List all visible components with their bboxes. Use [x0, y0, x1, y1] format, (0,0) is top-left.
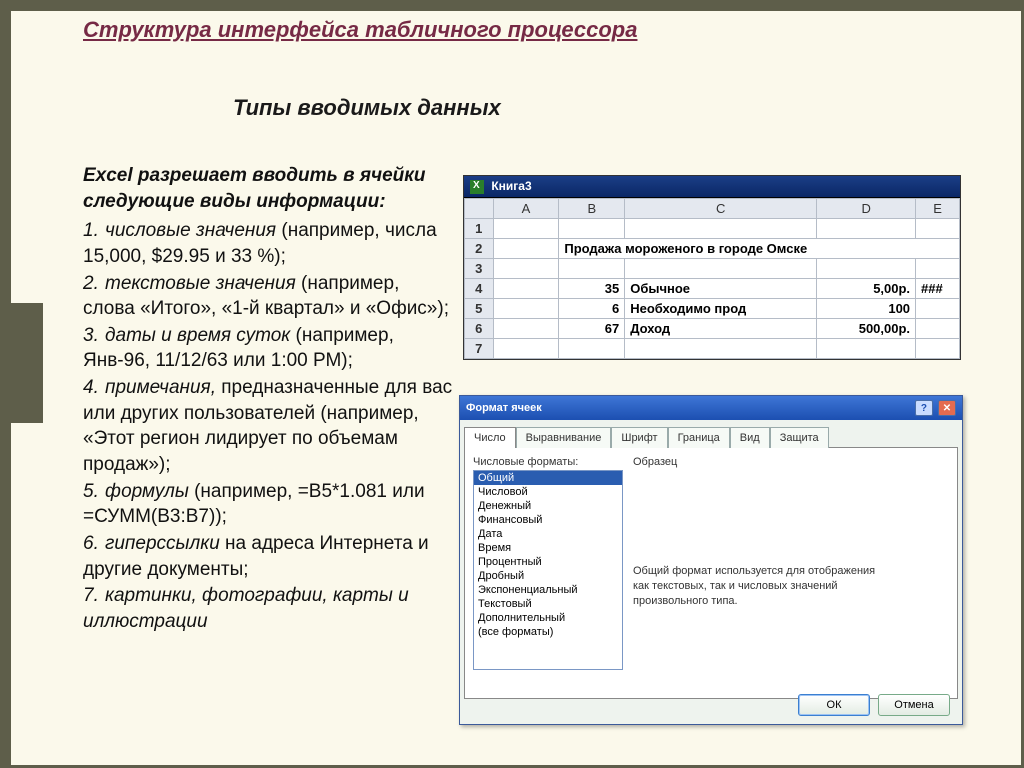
cell[interactable]: [493, 278, 559, 298]
cell[interactable]: [916, 298, 960, 318]
section-title: Типы вводимых данных: [233, 95, 501, 121]
list-item: 6.гиперссылки на адреса Интернета и друг…: [83, 531, 453, 582]
cell[interactable]: Продажа мороженого в городе Омске: [559, 238, 960, 258]
cell[interactable]: 35: [559, 278, 625, 298]
format-cells-dialog: Формат ячеек ? ✕ Число Выравнивание Шриф…: [459, 395, 963, 725]
format-option[interactable]: Дополнительный: [474, 611, 622, 625]
col-header[interactable]: E: [916, 198, 960, 218]
cell[interactable]: 5,00р.: [817, 278, 916, 298]
cell[interactable]: 67: [559, 318, 625, 338]
row-header[interactable]: 4: [465, 278, 494, 298]
body-text: Excel разрешает вводить в ячейки следующ…: [83, 163, 453, 636]
tab-view[interactable]: Вид: [730, 427, 770, 448]
row-header[interactable]: 6: [465, 318, 494, 338]
decor-top-bar: [3, 3, 1021, 11]
excel-titlebar[interactable]: Книга3: [464, 176, 960, 198]
workbook-title: Книга3: [491, 179, 531, 193]
row-header[interactable]: 5: [465, 298, 494, 318]
dialog-tabs: Число Выравнивание Шрифт Граница Вид Защ…: [464, 426, 958, 447]
format-option[interactable]: Общий: [474, 471, 622, 485]
row-header[interactable]: 2: [465, 238, 494, 258]
format-option[interactable]: Дробный: [474, 569, 622, 583]
format-option[interactable]: Финансовый: [474, 513, 622, 527]
col-header[interactable]: C: [625, 198, 817, 218]
col-header[interactable]: B: [559, 198, 625, 218]
excel-window: Книга3 A B C D E 1 2 Продажа мороженого …: [463, 175, 961, 360]
list-item: 7.картинки, фотографии, карты и иллюстра…: [83, 583, 453, 634]
tab-number[interactable]: Число: [464, 427, 516, 448]
cell[interactable]: 500,00р.: [817, 318, 916, 338]
format-option[interactable]: (все форматы): [474, 625, 622, 639]
row-header[interactable]: 1: [465, 218, 494, 238]
tab-alignment[interactable]: Выравнивание: [516, 427, 612, 448]
cell[interactable]: 100: [817, 298, 916, 318]
list-item: 5.формулы (например, =В5*1.081 или =СУММ…: [83, 479, 453, 530]
list-item: 1.числовые значения (например, числа 15,…: [83, 218, 453, 269]
dialog-body: Числовые форматы: Общий Числовой Денежны…: [464, 447, 958, 699]
ok-button[interactable]: ОК: [798, 694, 870, 716]
preview-label: Образец: [633, 456, 949, 468]
cell[interactable]: [916, 318, 960, 338]
help-icon[interactable]: ?: [915, 400, 933, 416]
page-title: Структура интерфейса табличного процессо…: [83, 17, 637, 43]
col-header[interactable]: D: [817, 198, 916, 218]
preview-box: [633, 468, 949, 494]
tab-protection[interactable]: Защита: [770, 427, 829, 448]
format-option[interactable]: Текстовый: [474, 597, 622, 611]
row-header[interactable]: 7: [465, 338, 494, 358]
list-item: 3.даты и время суток (например, Янв-96, …: [83, 323, 453, 374]
cell[interactable]: [493, 318, 559, 338]
format-option[interactable]: Денежный: [474, 499, 622, 513]
lead-sentence: Excel разрешает вводить в ячейки следующ…: [83, 165, 426, 212]
row-header[interactable]: 3: [465, 258, 494, 278]
format-list[interactable]: Общий Числовой Денежный Финансовый Дата …: [473, 470, 623, 670]
corner-cell[interactable]: [465, 198, 494, 218]
format-description: Общий формат используется для отображени…: [633, 564, 893, 609]
format-option[interactable]: Процентный: [474, 555, 622, 569]
spreadsheet-grid[interactable]: A B C D E 1 2 Продажа мороженого в город…: [464, 198, 960, 359]
decor-side-block: [11, 303, 43, 423]
close-icon[interactable]: ✕: [938, 400, 956, 416]
format-option[interactable]: Дата: [474, 527, 622, 541]
format-option[interactable]: Время: [474, 541, 622, 555]
cell[interactable]: 6: [559, 298, 625, 318]
cell[interactable]: Доход: [625, 318, 817, 338]
col-header[interactable]: A: [493, 198, 559, 218]
format-option[interactable]: Экспоненциальный: [474, 583, 622, 597]
cell[interactable]: Необходимо прод: [625, 298, 817, 318]
excel-app-icon: [470, 180, 484, 194]
format-list-label: Числовые форматы:: [473, 456, 623, 468]
cancel-button[interactable]: Отмена: [878, 694, 950, 716]
tab-border[interactable]: Граница: [668, 427, 730, 448]
format-option[interactable]: Числовой: [474, 485, 622, 499]
cell[interactable]: ###: [916, 278, 960, 298]
list-item: 2.текстовые значения (например, слова «И…: [83, 271, 453, 322]
cell[interactable]: [493, 298, 559, 318]
tab-font[interactable]: Шрифт: [611, 427, 667, 448]
cell[interactable]: Обычное: [625, 278, 817, 298]
list-item: 4.примечания, предназначенные для вас ил…: [83, 375, 453, 478]
dialog-title: Формат ячеек: [466, 402, 542, 414]
dialog-titlebar[interactable]: Формат ячеек ? ✕: [460, 396, 962, 420]
decor-left-bar: [3, 3, 11, 765]
